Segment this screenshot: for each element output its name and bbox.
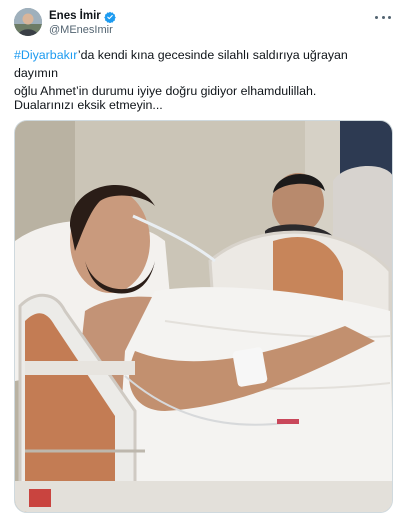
tweet-text: #Diyarbakır’da kendi kına gecesinde sila… xyxy=(14,46,392,100)
author-display-name[interactable]: Enes İmir xyxy=(49,9,101,23)
verified-badge-icon xyxy=(103,10,116,24)
author-handle[interactable]: @MEnesImir xyxy=(49,23,116,37)
tweet-card[interactable]: Enes İmir @MEnesImir #Diyarbakır’da kend… xyxy=(0,0,409,516)
tweet-photo[interactable] xyxy=(14,120,393,513)
tweet-header: Enes İmir @MEnesImir xyxy=(14,8,395,40)
avatar[interactable] xyxy=(14,8,42,36)
author-names: Enes İmir @MEnesImir xyxy=(49,9,116,37)
more-horizontal-icon[interactable] xyxy=(375,10,391,24)
hashtag-link[interactable]: #Diyarbakır xyxy=(14,48,78,62)
tweet-line3-text: Dualarınızı eksik etmeyin... xyxy=(14,98,163,112)
